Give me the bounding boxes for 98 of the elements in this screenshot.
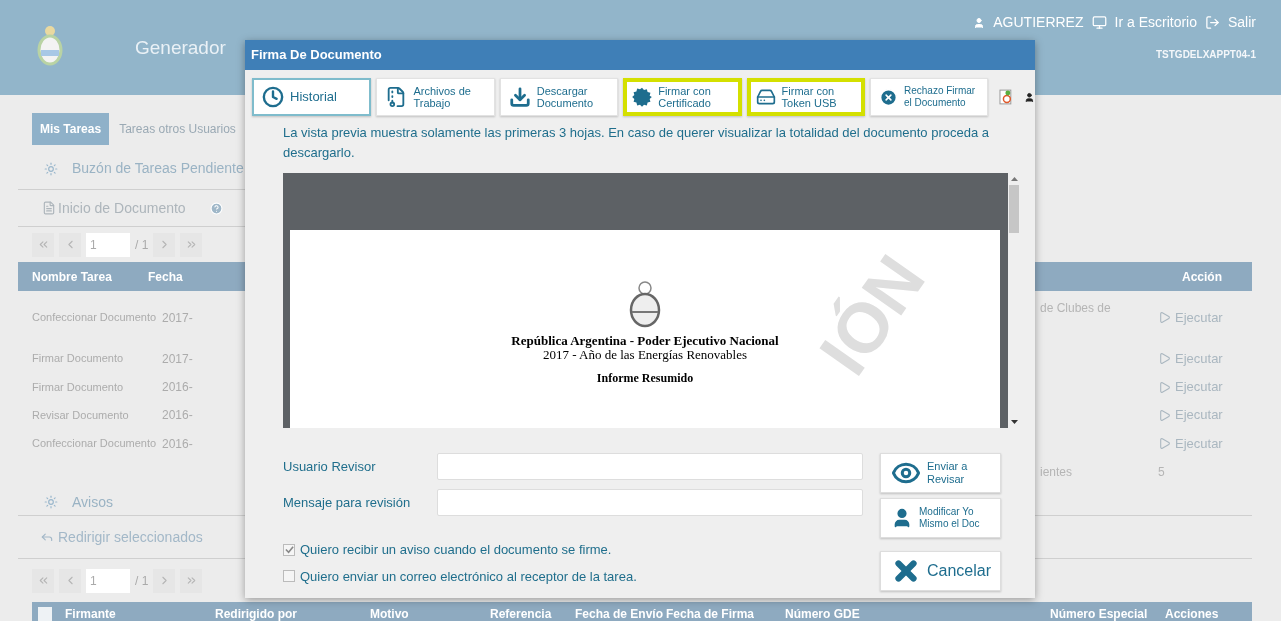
checkbox[interactable] (283, 570, 295, 583)
toolbar-button[interactable]: Rechazo Firmar el Documento (869, 78, 989, 116)
play-icon (1158, 380, 1171, 394)
column-header: Fecha de Envío (575, 605, 665, 621)
server-name: TSTGDELXAPPT04-1 (1155, 48, 1256, 62)
drive-icon (755, 87, 776, 107)
monitor-icon (1091, 15, 1107, 30)
redirect-link[interactable]: Redirigir seleccionados (58, 526, 203, 548)
app-title: Generador (135, 36, 226, 60)
first-page-button[interactable] (32, 232, 54, 257)
page-field[interactable]: 1 (86, 568, 130, 593)
column-header: Nombre Tarea (32, 268, 113, 286)
page-total: / 1 (135, 236, 149, 254)
table-cell-text: 2016- (162, 407, 193, 424)
reply-icon (40, 530, 54, 544)
column-header: Acción (1182, 268, 1222, 286)
next-page-button[interactable] (153, 232, 176, 257)
previous-page-button[interactable] (59, 568, 81, 593)
user-link[interactable]: AGUTIERREZ (993, 12, 1084, 33)
person-icon[interactable] (1024, 91, 1035, 103)
coat-of-arms-icon (35, 24, 65, 68)
toolbar-button[interactable]: Descargar Documento (499, 78, 619, 116)
download-icon (508, 86, 531, 108)
exit-icon (1205, 15, 1220, 30)
action-button[interactable]: Cancelar (880, 551, 1001, 591)
toolbar-button[interactable]: Firmar con Token USB (746, 78, 865, 116)
column-header: Redirigido por (215, 605, 298, 621)
toolbar-button[interactable]: Archivos de Trabajo (376, 78, 495, 116)
checkbox-label: Quiero recibir un aviso cuando el documento se firme. (300, 541, 612, 559)
table-cell: Revisar Documento (32, 408, 129, 421)
section-title: Avisos (72, 492, 113, 512)
scroll-down-arrow-icon[interactable] (1010, 420, 1018, 424)
document-title: Informe Resumido (596, 372, 694, 385)
select-all-checkbox[interactable] (38, 606, 52, 621)
tab[interactable]: Tareas otros Usuarios (115, 113, 240, 145)
toolbar-button[interactable]: Historial (252, 78, 372, 116)
preview-notice: La vista previa muestra solamente las primeras 3 hojas. En caso de querer visualizar la totalidad del documento proceda a descargarlo. (282, 124, 990, 162)
execute-link[interactable]: Ejecutar (1175, 307, 1223, 328)
page-field[interactable]: 1 (86, 232, 130, 257)
field-label: Usuario Revisor (283, 457, 377, 476)
checkbox-label: Quiero enviar un correo electrónico al receptor de la tarea. (300, 567, 637, 586)
execute-link[interactable]: Ejecutar (1175, 433, 1223, 454)
action-button[interactable]: Enviar a Revisar (880, 453, 1001, 493)
document-subheading: 2017 - Año de las Energías Renovables (542, 348, 748, 362)
logout-link[interactable]: Salir (1228, 12, 1256, 33)
column-header: Fecha de Firma (666, 605, 756, 621)
column-header: Referencia (490, 605, 553, 621)
table-cell: Confeccionar Documento (32, 437, 157, 450)
column-header: Firmante (65, 605, 117, 621)
last-page-button[interactable] (180, 568, 203, 593)
scrollbar-thumb[interactable] (1009, 185, 1019, 233)
input-field[interactable] (437, 489, 863, 516)
table-cell-text: 2017- (162, 309, 193, 327)
scroll-up-arrow-icon[interactable] (1010, 177, 1018, 181)
document-badge-icon[interactable] (999, 89, 1014, 105)
play-icon (1158, 437, 1171, 450)
field-label: Mensaje para revisión (283, 493, 412, 512)
table-cell-text: 2016- (162, 379, 193, 396)
previous-page-button[interactable] (59, 232, 81, 257)
table-cell: Firmar Documento (32, 380, 124, 393)
table-cell: Confeccionar Documento (32, 311, 157, 324)
document-icon (42, 201, 56, 215)
table-cell-text: 2017- (162, 350, 193, 368)
page-total: / 1 (135, 572, 149, 590)
clock-icon (262, 86, 284, 108)
person-icon (973, 16, 986, 29)
column-header: Fecha (148, 268, 183, 286)
table-cell: Firmar Documento (32, 352, 124, 365)
seal-icon (632, 87, 653, 107)
toolbar-button[interactable]: Firmar con Certificado (623, 78, 742, 116)
execute-link[interactable]: Ejecutar (1175, 405, 1223, 425)
desktop-link[interactable]: Ir a Escritorio (1114, 12, 1197, 33)
execute-link[interactable]: Ejecutar (1175, 377, 1223, 397)
next-page-button[interactable] (153, 568, 176, 593)
column-header: Motivo (370, 605, 410, 621)
check-icon (284, 545, 294, 555)
column-header: Número Especial (1050, 605, 1149, 621)
dialog-title: Firma De Documento (251, 46, 382, 65)
gear-icon (44, 495, 58, 509)
help-icon (209, 201, 223, 215)
first-page-button[interactable] (32, 568, 54, 593)
play-icon (1158, 352, 1171, 365)
close-circle-icon (878, 87, 898, 107)
tab[interactable]: Mis Tareas (32, 113, 110, 145)
last-page-button[interactable] (180, 232, 203, 257)
section-title: Buzón de Tareas Pendiente (72, 159, 244, 178)
input-field[interactable] (437, 453, 863, 480)
document-heading: República Argentina - Poder Ejecutivo Nacional (511, 334, 779, 348)
play-icon (1158, 408, 1171, 422)
play-icon (1158, 311, 1171, 324)
column-header: Número GDE (785, 605, 861, 621)
checkbox[interactable] (283, 543, 295, 556)
start-document-link[interactable]: Inicio de Documento (58, 197, 186, 219)
action-button[interactable]: Modificar Yo Mismo el Doc (880, 498, 1001, 538)
column-header: Acciones (1165, 605, 1220, 621)
table-cell-text: 2016- (162, 435, 193, 453)
gear-icon (44, 161, 58, 176)
execute-link[interactable]: Ejecutar (1175, 348, 1223, 369)
